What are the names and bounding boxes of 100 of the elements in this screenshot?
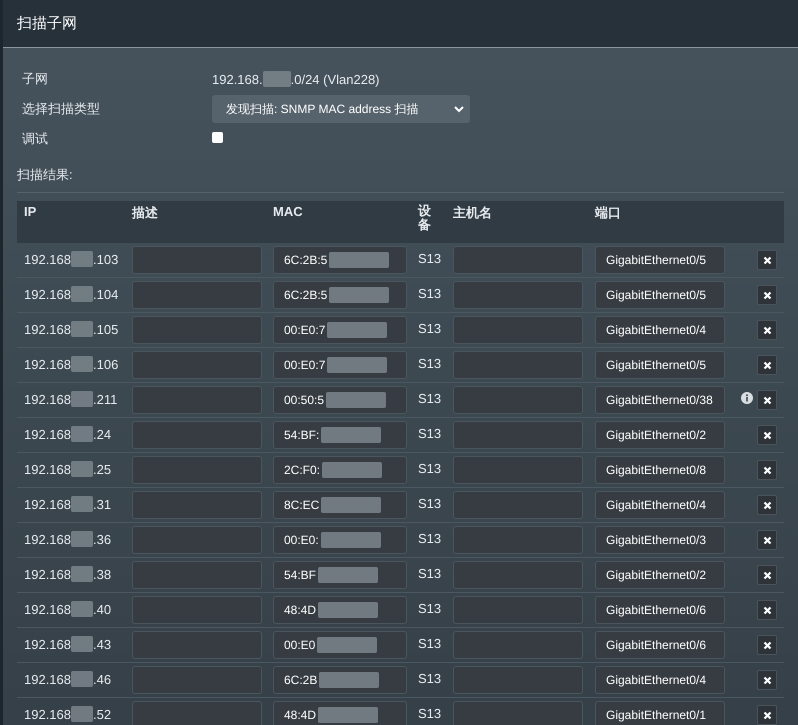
delete-button[interactable]	[757, 425, 777, 445]
port-field[interactable]: GigabitEthernet0/5	[595, 246, 725, 274]
port-field[interactable]: GigabitEthernet0/1	[595, 701, 725, 725]
hostname-field[interactable]	[453, 526, 583, 554]
description-field[interactable]	[132, 596, 262, 624]
redaction-patch	[71, 706, 93, 722]
ip-text: 192.168	[24, 496, 71, 512]
mac-field[interactable]: 6C:2B	[273, 666, 407, 694]
mac-field[interactable]: 54:BF:	[273, 421, 407, 449]
ip-text: 192.168	[24, 636, 71, 652]
debug-checkbox[interactable]	[212, 132, 223, 143]
description-field[interactable]	[132, 386, 262, 414]
description-field[interactable]	[132, 561, 262, 589]
delete-button[interactable]	[757, 495, 777, 515]
delete-button[interactable]	[757, 250, 777, 270]
delete-button[interactable]	[757, 635, 777, 655]
description-field[interactable]	[132, 526, 262, 554]
hostname-field[interactable]	[453, 491, 583, 519]
column-header: IP	[24, 204, 36, 219]
delete-button[interactable]	[757, 670, 777, 690]
delete-button[interactable]	[757, 285, 777, 305]
delete-button[interactable]	[757, 705, 777, 725]
mac-field[interactable]: 00:E0:	[273, 526, 407, 554]
close-icon	[762, 536, 772, 544]
delete-button[interactable]	[757, 355, 777, 375]
delete-button[interactable]	[757, 600, 777, 620]
port-field[interactable]: GigabitEthernet0/6	[595, 596, 725, 624]
close-icon	[762, 466, 772, 474]
description-field[interactable]	[132, 246, 262, 274]
column-header: 设备	[418, 204, 431, 233]
hostname-field[interactable]	[453, 281, 583, 309]
mac-field[interactable]: 00:50:5	[273, 386, 407, 414]
port-field[interactable]: GigabitEthernet0/5	[595, 351, 725, 379]
port-field[interactable]: GigabitEthernet0/8	[595, 456, 725, 484]
hostname-field[interactable]	[453, 246, 583, 274]
description-field[interactable]	[132, 491, 262, 519]
delete-button[interactable]	[757, 390, 777, 410]
port-field[interactable]: GigabitEthernet0/4	[595, 491, 725, 519]
hostname-field[interactable]	[453, 351, 583, 379]
column-header: 描述	[132, 204, 158, 222]
hostname-field[interactable]	[453, 561, 583, 589]
ip-text: .104	[93, 286, 118, 302]
description-field[interactable]	[132, 421, 262, 449]
description-field[interactable]	[132, 456, 262, 484]
hostname-field[interactable]	[453, 701, 583, 725]
redaction-patch	[318, 602, 378, 618]
port-field[interactable]: GigabitEthernet0/2	[595, 561, 725, 589]
mac-field[interactable]: 8C:EC	[273, 491, 407, 519]
port-field[interactable]: GigabitEthernet0/4	[595, 316, 725, 344]
port-field[interactable]: GigabitEthernet0/6	[595, 631, 725, 659]
redaction-patch	[71, 636, 93, 652]
description-field[interactable]	[132, 281, 262, 309]
results-label: 扫描结果:	[17, 167, 73, 182]
delete-button[interactable]	[757, 565, 777, 585]
mac-field[interactable]: 00:E0	[273, 631, 407, 659]
hostname-field[interactable]	[453, 316, 583, 344]
delete-button[interactable]	[757, 320, 777, 340]
hostname-field[interactable]	[453, 666, 583, 694]
port-field[interactable]: GigabitEthernet0/5	[595, 281, 725, 309]
device-cell-text: S13	[418, 670, 442, 686]
hostname-field[interactable]	[453, 456, 583, 484]
description-field[interactable]	[132, 316, 262, 344]
close-icon	[762, 640, 772, 650]
redaction-patch	[71, 321, 93, 337]
redaction-patch	[318, 707, 378, 723]
mac-field[interactable]: 2C:F0:	[273, 456, 407, 484]
mac-field[interactable]: 6C:2B:5	[273, 281, 407, 309]
hostname-field[interactable]	[453, 386, 583, 414]
mac-field[interactable]: 00:E0:7	[273, 316, 407, 344]
mac-field[interactable]: 48:4D	[273, 596, 407, 624]
ip-text: 192.168	[24, 426, 71, 442]
redaction-patch	[318, 567, 378, 583]
port-field[interactable]: GigabitEthernet0/4	[595, 666, 725, 694]
port-field[interactable]: GigabitEthernet0/3	[595, 526, 725, 554]
mac-field[interactable]: 54:BF	[273, 561, 407, 589]
delete-button[interactable]	[757, 530, 777, 550]
device-cell-text: S13	[418, 355, 442, 371]
mac-field[interactable]: 00:E0:7	[273, 351, 407, 379]
scan-type-select[interactable]: 发现扫描: SNMP MAC address 扫描	[212, 95, 470, 123]
delete-button[interactable]	[757, 460, 777, 480]
port-field[interactable]: GigabitEthernet0/38	[595, 386, 725, 414]
device-cell-text: S13	[418, 530, 442, 546]
port-field[interactable]: GigabitEthernet0/2	[595, 421, 725, 449]
description-field[interactable]	[132, 351, 262, 379]
description-field[interactable]	[132, 631, 262, 659]
mac-field[interactable]: 6C:2B:5	[273, 246, 407, 274]
device-cell-text: S13	[418, 425, 442, 441]
hostname-field[interactable]	[453, 421, 583, 449]
description-field[interactable]	[132, 701, 262, 725]
info-icon[interactable]	[741, 392, 753, 404]
ip-text: .105	[93, 322, 118, 336]
hostname-field[interactable]	[453, 631, 583, 659]
description-field[interactable]	[132, 666, 262, 694]
device-cell-text: S13	[418, 600, 442, 616]
close-icon	[762, 290, 772, 300]
subnet-label: 子网	[22, 70, 49, 88]
close-icon	[762, 396, 772, 404]
mac-field[interactable]: 48:4D	[273, 701, 407, 725]
hostname-field[interactable]	[453, 596, 583, 624]
subnet-value: .0/24 (Vlan228)	[290, 72, 380, 86]
